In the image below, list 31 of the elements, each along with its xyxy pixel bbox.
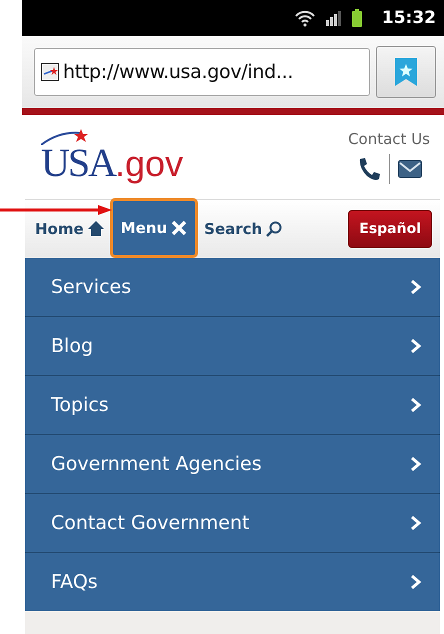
battery-icon [352, 9, 362, 27]
favicon-icon [41, 63, 59, 81]
nav-tab[interactable]: Home [31, 200, 108, 258]
wifi-icon [294, 9, 316, 27]
language-button[interactable]: Español [348, 210, 432, 248]
chevron-icon [410, 279, 422, 295]
search-icon [266, 221, 282, 237]
contact-label: Contact Us [348, 130, 430, 148]
chevron-icon [410, 574, 422, 590]
signal-icon [326, 10, 342, 26]
bookmark-icon [395, 58, 417, 86]
chevron-icon [410, 397, 422, 413]
chevron-icon [410, 515, 422, 531]
status-time: 15:32 [382, 8, 436, 28]
bookmark-button[interactable] [376, 46, 436, 98]
url-field[interactable]: http://www.usa.gov/ind... [34, 48, 370, 96]
null [41, 128, 89, 144]
menu-item[interactable]: Blog [25, 316, 440, 375]
chevron-icon [410, 456, 422, 472]
site-logo[interactable]: USA.gov [41, 128, 184, 186]
mail-icon[interactable] [398, 160, 422, 178]
menu-item[interactable]: Topics [25, 375, 440, 434]
home-icon [88, 221, 104, 237]
close-icon [171, 220, 188, 236]
nav-tab[interactable]: Menu [110, 198, 198, 258]
menu-item[interactable]: Services [25, 258, 440, 316]
chevron-icon [410, 338, 422, 354]
menu-item[interactable]: Contact Government [25, 493, 440, 552]
menu-item[interactable]: Government Agencies [25, 434, 440, 493]
menu-item[interactable]: FAQs [25, 552, 440, 611]
nav-tab[interactable]: Search [200, 200, 286, 258]
